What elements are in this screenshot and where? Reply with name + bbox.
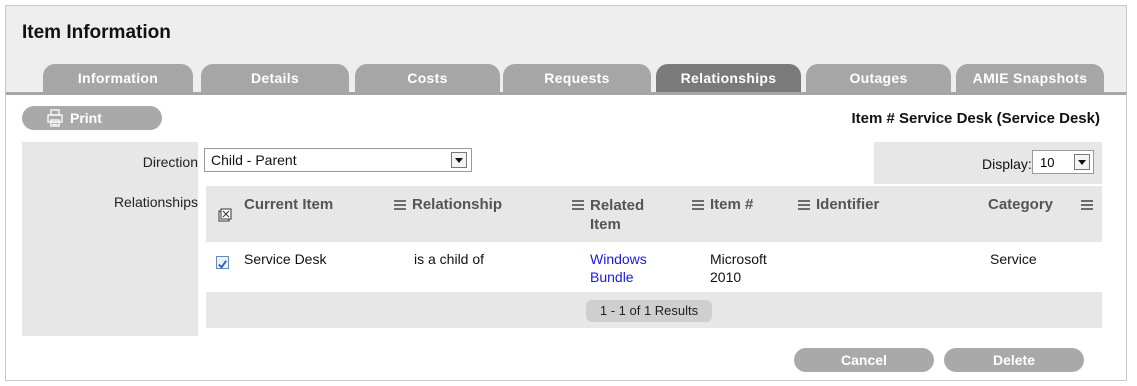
related-item-link[interactable]: Windows Bundle: [590, 250, 660, 286]
tab-information[interactable]: Information: [43, 64, 193, 92]
display-select[interactable]: 10: [1032, 150, 1094, 174]
field-labels-panel: Direction Relationships: [22, 142, 198, 336]
column-menu-icon[interactable]: [798, 200, 810, 210]
checkmark-icon: [218, 260, 227, 269]
printer-icon: [47, 109, 63, 127]
table-row: Service Desk is a child of Windows Bundl…: [206, 242, 1102, 292]
col-related-item[interactable]: Related Item: [590, 196, 652, 234]
direction-label: Direction: [142, 154, 198, 170]
col-current-item[interactable]: Current Item: [244, 196, 333, 213]
col-relationship[interactable]: Relationship: [412, 196, 502, 213]
page-title: Item Information: [22, 22, 171, 43]
column-menu-icon[interactable]: [394, 200, 406, 210]
table-footer: 1 - 1 of 1 Results: [206, 292, 1102, 328]
delete-button[interactable]: Delete: [944, 348, 1084, 372]
col-item-number[interactable]: Item #: [710, 196, 753, 213]
tab-outages[interactable]: Outages: [806, 64, 951, 92]
tab-underline: [6, 92, 1126, 95]
table-header: Current Item Relationship Related Item I…: [206, 186, 1102, 242]
select-all-icon[interactable]: [218, 208, 232, 222]
header-bar: Item Information Information Details Cos…: [6, 6, 1126, 95]
direction-value: Child - Parent: [211, 152, 297, 168]
cell-item-number: Microsoft 2010: [710, 251, 767, 285]
cell-category: Service: [990, 251, 1037, 267]
display-value: 10: [1040, 155, 1055, 170]
display-label: Display:: [982, 156, 1032, 172]
chevron-down-icon[interactable]: [1074, 154, 1090, 170]
column-menu-icon[interactable]: [692, 200, 704, 210]
column-menu-icon[interactable]: [572, 200, 584, 210]
tab-amie-snapshots[interactable]: AMIE Snapshots: [956, 64, 1104, 92]
tab-details[interactable]: Details: [201, 64, 349, 92]
chevron-down-icon[interactable]: [451, 152, 467, 168]
item-information-window: Item Information Information Details Cos…: [5, 5, 1127, 381]
print-button[interactable]: Print: [22, 106, 162, 130]
tab-requests[interactable]: Requests: [503, 64, 651, 92]
tab-costs[interactable]: Costs: [355, 64, 500, 92]
cell-current-item: Service Desk: [244, 251, 327, 267]
print-label: Print: [70, 110, 102, 126]
col-category[interactable]: Category: [988, 196, 1053, 213]
direction-select[interactable]: Child - Parent: [204, 148, 472, 172]
cancel-button[interactable]: Cancel: [794, 348, 934, 372]
display-control: Display: 10: [874, 142, 1102, 184]
tab-relationships[interactable]: Relationships: [656, 64, 801, 92]
cell-relationship: is a child of: [414, 251, 485, 267]
item-heading: Item # Service Desk (Service Desk): [851, 110, 1101, 127]
relationships-label: Relationships: [113, 194, 198, 210]
column-menu-icon[interactable]: [1081, 200, 1093, 210]
tab-bar: Information Details Costs Requests Relat…: [6, 64, 1126, 94]
row-checkbox[interactable]: [216, 256, 229, 269]
results-count: 1 - 1 of 1 Results: [586, 300, 712, 322]
col-identifier[interactable]: Identifier: [816, 196, 879, 213]
